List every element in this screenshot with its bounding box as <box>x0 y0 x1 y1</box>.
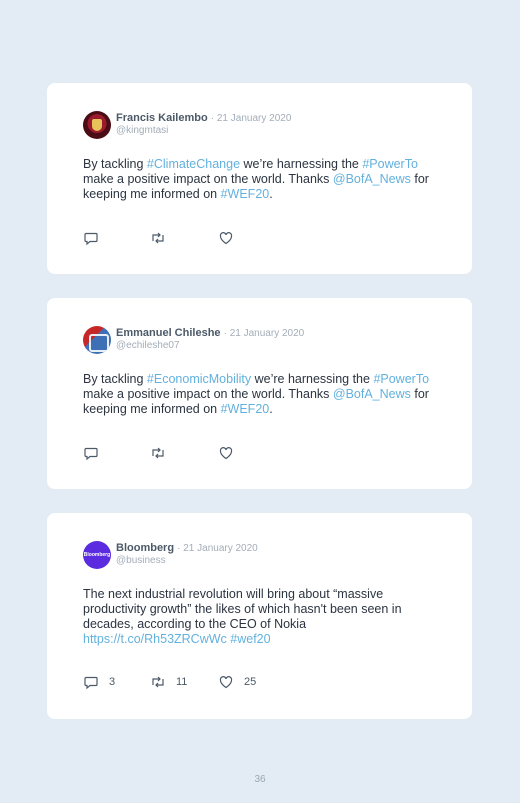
hashtag-link[interactable]: #ClimateChange <box>147 157 240 171</box>
like-button[interactable] <box>218 445 244 461</box>
reply-icon <box>84 447 98 461</box>
tweet-text-segment: we’re harnessing the <box>240 157 363 171</box>
reply-icon <box>84 676 98 690</box>
url-link[interactable]: https://t.co/Rh53ZRCwWc <box>83 632 227 646</box>
tweet-card: Bloomberg Bloomberg · 21 January 2020 @b… <box>47 513 472 719</box>
hashtag-link[interactable]: #wef20 <box>230 632 270 646</box>
heart-icon <box>219 676 233 689</box>
reply-button[interactable] <box>83 445 109 461</box>
retweet-icon <box>152 232 164 244</box>
reply-count: 3 <box>109 676 116 688</box>
retweet-button[interactable] <box>150 445 176 461</box>
hashtag-link[interactable]: #EconomicMobility <box>147 372 251 386</box>
avatar[interactable]: Bloomberg <box>83 541 111 569</box>
tweet-text-segment: . <box>269 187 273 201</box>
like-button[interactable] <box>218 230 244 246</box>
tweet-text-segment: we’re harnessing the <box>251 372 374 386</box>
tweet-text: By tackling #EconomicMobility we’re harn… <box>83 372 438 417</box>
reply-button[interactable] <box>83 230 109 246</box>
author-handle[interactable]: @kingmtasi <box>116 125 168 136</box>
retweet-icon <box>152 676 164 688</box>
bloomberg-logo: Bloomberg <box>83 552 111 558</box>
reply-icon <box>84 232 98 246</box>
retweet-button[interactable] <box>150 230 176 246</box>
author-handle[interactable]: @business <box>116 555 166 566</box>
author-name[interactable]: Francis Kailembo <box>116 112 208 124</box>
retweet-icon <box>152 447 164 459</box>
like-button[interactable]: 25 <box>218 674 256 690</box>
tweet-text-segment: By tackling <box>83 372 147 386</box>
hashtag-link[interactable]: #PowerTo <box>373 372 429 386</box>
reply-button[interactable]: 3 <box>83 674 115 690</box>
tweet-date: · 21 January 2020 <box>223 328 305 339</box>
retweet-count: 11 <box>176 676 188 688</box>
mention-link[interactable]: @BofA_News <box>333 172 411 186</box>
like-count: 25 <box>244 676 257 688</box>
tweet-text-segment: The next industrial revolution will brin… <box>83 587 402 631</box>
author-handle[interactable]: @echileshe07 <box>116 340 180 351</box>
retweet-button[interactable]: 11 <box>150 674 187 690</box>
hashtag-link[interactable]: #WEF20 <box>221 402 270 416</box>
heart-icon <box>219 232 233 245</box>
tweet-text-segment: make a positive impact on the world. Tha… <box>83 387 333 401</box>
tweet-date: · 21 January 2020 <box>210 113 292 124</box>
tweet-text-segment: . <box>269 402 273 416</box>
avatar[interactable] <box>83 111 111 139</box>
mention-link[interactable]: @BofA_News <box>333 387 411 401</box>
tweet-text: By tackling #ClimateChange we’re harness… <box>83 157 438 202</box>
page-number: 36 <box>254 774 266 785</box>
tweet-date: · 21 January 2020 <box>177 543 258 554</box>
avatar[interactable] <box>83 326 111 354</box>
tweet-text-segment: By tackling <box>83 157 147 171</box>
hashtag-link[interactable]: #PowerTo <box>362 157 418 171</box>
author-name[interactable]: Bloomberg <box>116 542 174 554</box>
tweet-card: Emmanuel Chileshe · 21 January 2020 @ech… <box>47 298 472 489</box>
heart-icon <box>219 447 233 460</box>
tweet-card: Francis Kailembo · 21 January 2020 @king… <box>47 83 472 274</box>
tweet-text-segment: make a positive impact on the world. Tha… <box>83 172 333 186</box>
tweet-text: The next industrial revolution will brin… <box>83 587 438 647</box>
author-name[interactable]: Emmanuel Chileshe <box>116 327 221 339</box>
hashtag-link[interactable]: #WEF20 <box>221 187 270 201</box>
